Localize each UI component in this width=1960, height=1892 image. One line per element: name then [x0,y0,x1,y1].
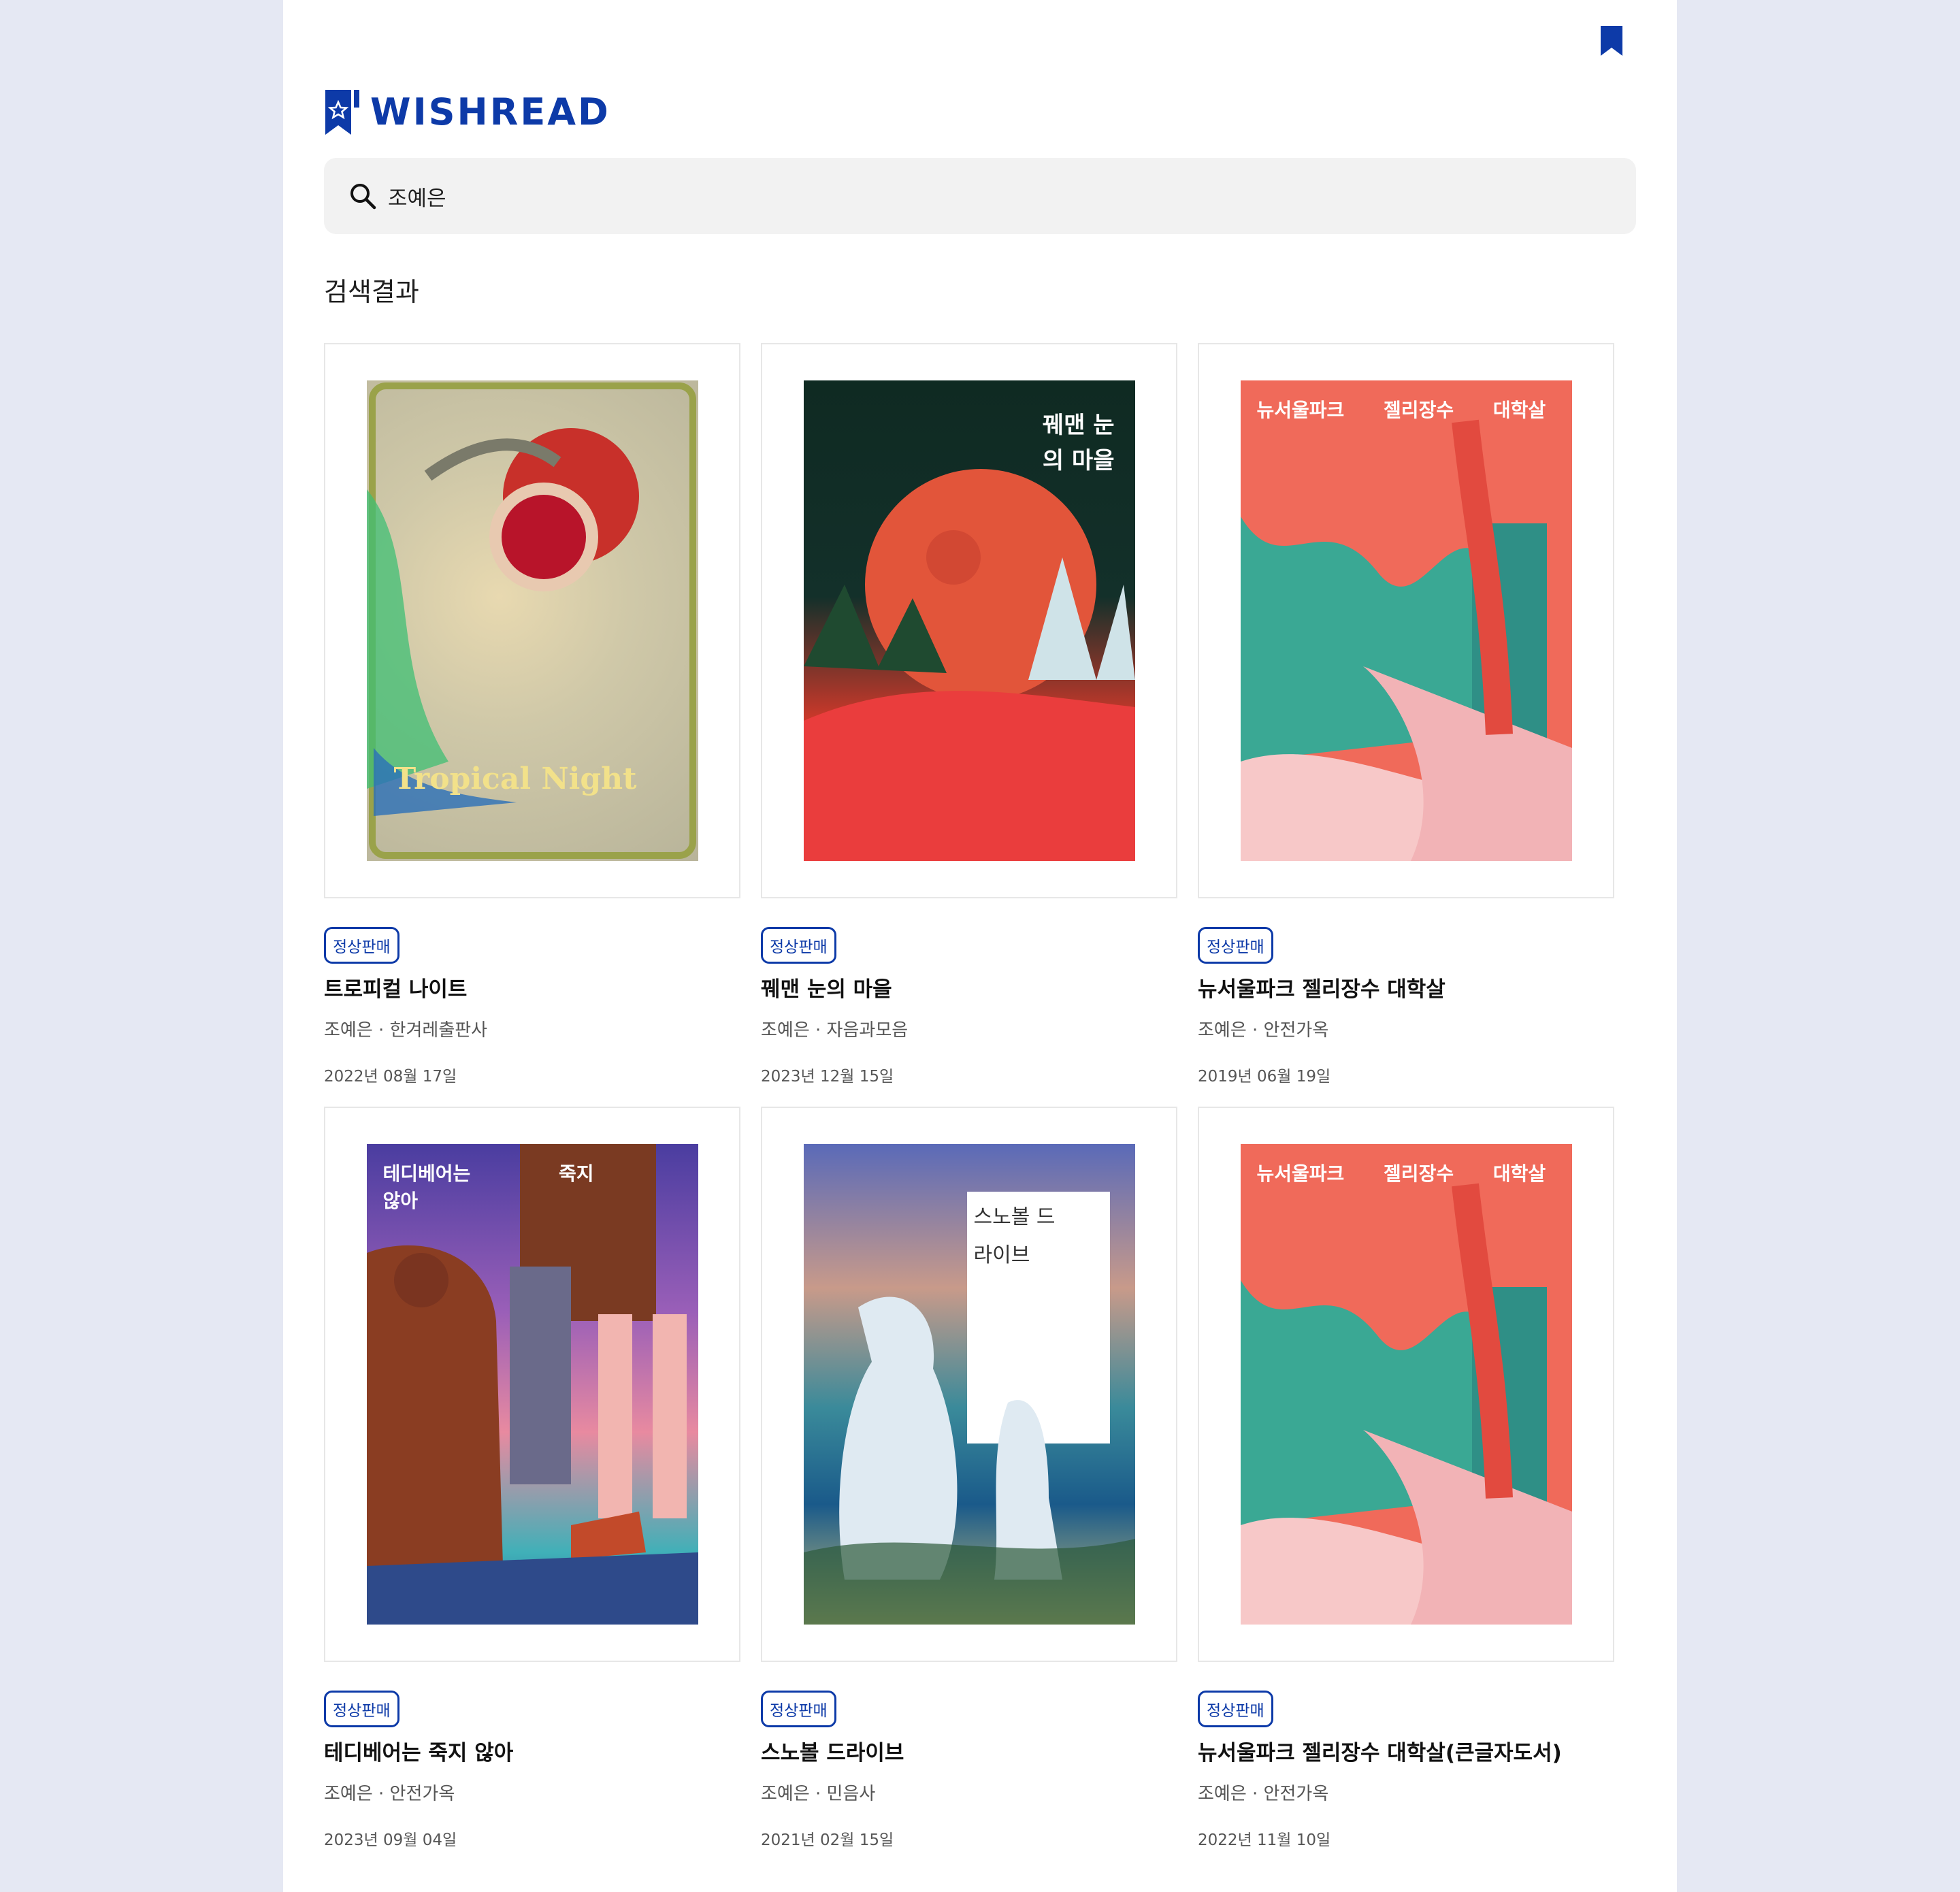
book-card[interactable]: 뉴서울파크 젤리장수 대학살 정상판매 뉴서울파크 젤리장수 대학살(큰글자도서… [1198,1107,1614,1870]
book-title[interactable]: 뉴서울파크 젤리장수 대학살 [1198,972,1614,1002]
status-badge: 정상판매 [324,927,399,964]
status-badge: 정상판매 [1198,1691,1273,1727]
results-grid: Tropical Night 정상판매 트로피컬 나이트 조예은 · 한겨레출판… [324,343,1625,1870]
book-date: 2022년 11월 10일 [1198,1831,1331,1849]
book-title[interactable]: 뉴서울파크 젤리장수 대학살(큰글자도서) [1198,1735,1614,1766]
cover-title: 뉴서울파크 젤리장수 대학살 [1256,1162,1546,1185]
book-meta: 조예은 · 안전가옥 [324,1784,455,1804]
search-icon[interactable] [348,182,377,210]
status-badge: 정상판매 [324,1691,399,1727]
search-input[interactable] [388,184,1545,208]
book-date: 2021년 02월 15일 [761,1831,894,1849]
cover-frame: 스노볼 드라이브 [761,1107,1177,1662]
book-card[interactable]: 뉴서울파크 젤리장수 대학살 정상판매 뉴서울파크 젤리장수 대학살 조예은 ·… [1198,343,1614,1107]
book-date: 2023년 12월 15일 [761,1068,894,1086]
cover-frame: 꿰맨 눈의 마을 [761,343,1177,898]
book-title[interactable]: 꿰맨 눈의 마을 [761,972,1177,1002]
book-meta: 조예은 · 한겨레출판사 [324,1020,488,1041]
book-cover: 꿰맨 눈의 마을 [803,380,1135,861]
book-card[interactable]: Tropical Night 정상판매 트로피컬 나이트 조예은 · 한겨레출판… [324,343,740,1107]
results-heading: 검색결과 [324,277,419,307]
status-badge: 정상판매 [1198,927,1273,964]
book-title[interactable]: 스노볼 드라이브 [761,1735,1177,1766]
book-cover: 뉴서울파크 젤리장수 대학살 [1240,380,1572,861]
book-date: 2022년 08월 17일 [324,1068,457,1086]
book-date: 2023년 09월 04일 [324,1831,457,1849]
book-date: 2019년 06월 19일 [1198,1068,1331,1086]
status-badge: 정상판매 [761,927,836,964]
book-card[interactable]: 스노볼 드라이브 정상판매 스노볼 드라이브 조예은 · 민음사 2021년 0… [761,1107,1177,1870]
book-cover: 뉴서울파크 젤리장수 대학살 [1240,1144,1572,1625]
bookmark-icon[interactable] [1598,25,1625,57]
page: WISHREAD 검색결과 [283,0,1677,1892]
status-badge: 정상판매 [761,1691,836,1727]
book-cover: 스노볼 드라이브 [803,1144,1135,1625]
book-card[interactable]: 꿰맨 눈의 마을 정상판매 꿰맨 눈의 마을 조예은 · 자음과모음 2023년… [761,343,1177,1107]
cover-title: 테디베어는 죽지 않아 [382,1162,594,1212]
cover-frame: 테디베어는 죽지 않아 [324,1107,740,1662]
book-meta: 조예은 · 자음과모음 [761,1020,909,1041]
book-title[interactable]: 트로피컬 나이트 [324,972,740,1002]
cover-frame: Tropical Night [324,343,740,898]
book-meta: 조예은 · 안전가옥 [1198,1020,1329,1041]
cover-title: Tropical Night [393,762,637,796]
book-title[interactable]: 테디베어는 죽지 않아 [324,1735,740,1766]
book-card[interactable]: 테디베어는 죽지 않아 정상판매 테디베어는 죽지 않아 조예은 · 안전가옥 … [324,1107,740,1870]
book-cover: Tropical Night [366,380,698,861]
book-meta: 조예은 · 안전가옥 [1198,1784,1329,1804]
cover-frame: 뉴서울파크 젤리장수 대학살 [1198,1107,1614,1662]
book-meta: 조예은 · 민음사 [761,1784,876,1804]
cover-title: 뉴서울파크 젤리장수 대학살 [1256,399,1546,421]
brand-name: WISHREAD [370,90,610,133]
cover-title: 꿰맨 눈의 마을 [1042,412,1115,474]
cover-frame: 뉴서울파크 젤리장수 대학살 [1198,343,1614,898]
book-cover: 테디베어는 죽지 않아 [366,1144,698,1625]
cover-title: 스노볼 드라이브 [973,1205,1056,1267]
search-bar[interactable] [324,158,1636,234]
brand-logo[interactable]: WISHREAD [324,87,610,136]
logo-bookmark-icon [325,90,359,135]
